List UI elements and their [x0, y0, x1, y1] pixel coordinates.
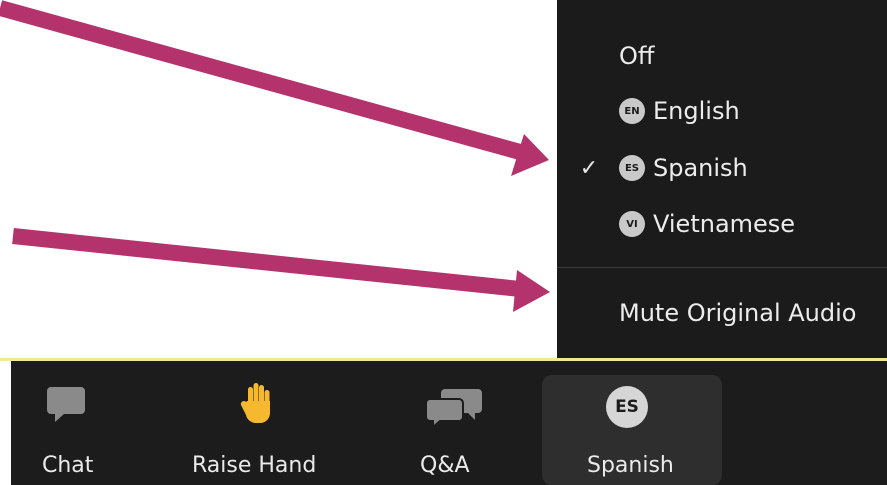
- menu-item-vietnamese[interactable]: VI Vietnamese: [557, 202, 887, 246]
- chat-label: Chat: [42, 453, 94, 478]
- english-badge-icon: EN: [619, 98, 645, 124]
- checkmark-icon: ✓: [579, 155, 599, 181]
- arrow-to-mute-original-audio: [12, 228, 550, 312]
- vietnamese-badge-icon: VI: [619, 211, 645, 237]
- qa-button[interactable]: Q&A: [414, 361, 494, 485]
- menu-item-english[interactable]: EN English: [557, 89, 887, 133]
- chat-button[interactable]: Chat: [37, 361, 97, 485]
- raise-hand-label: Raise Hand: [192, 453, 317, 478]
- menu-divider: [557, 267, 887, 268]
- language-interpretation-button[interactable]: ES Spanish: [542, 375, 722, 485]
- menu-item-off[interactable]: Off: [557, 34, 887, 78]
- menu-item-off-label: Off: [619, 42, 655, 70]
- qa-label: Q&A: [420, 453, 470, 478]
- language-label: Spanish: [587, 453, 674, 478]
- menu-item-spanish-label: Spanish: [653, 154, 748, 182]
- interpretation-language-menu: Off EN English ✓ ES Spanish VI Vietnames…: [557, 0, 887, 360]
- raise-hand-button[interactable]: Raise Hand: [187, 361, 327, 485]
- mute-original-audio-label: Mute Original Audio: [619, 299, 857, 327]
- raised-hand-icon: [240, 383, 270, 424]
- spanish-language-icon: ES: [606, 386, 648, 428]
- menu-item-vietnamese-label: Vietnamese: [653, 210, 796, 238]
- spanish-badge-icon: ES: [619, 155, 645, 181]
- menu-item-english-label: English: [653, 97, 740, 125]
- meeting-toolbar: Chat Raise Hand Q&A ES Spanish: [11, 361, 887, 485]
- menu-item-spanish[interactable]: ✓ ES Spanish: [557, 146, 887, 190]
- chat-bubble-icon: [47, 387, 85, 422]
- mute-original-audio-item[interactable]: Mute Original Audio: [557, 291, 887, 335]
- arrow-to-spanish: [0, 0, 549, 176]
- qa-bubbles-icon: [425, 389, 482, 427]
